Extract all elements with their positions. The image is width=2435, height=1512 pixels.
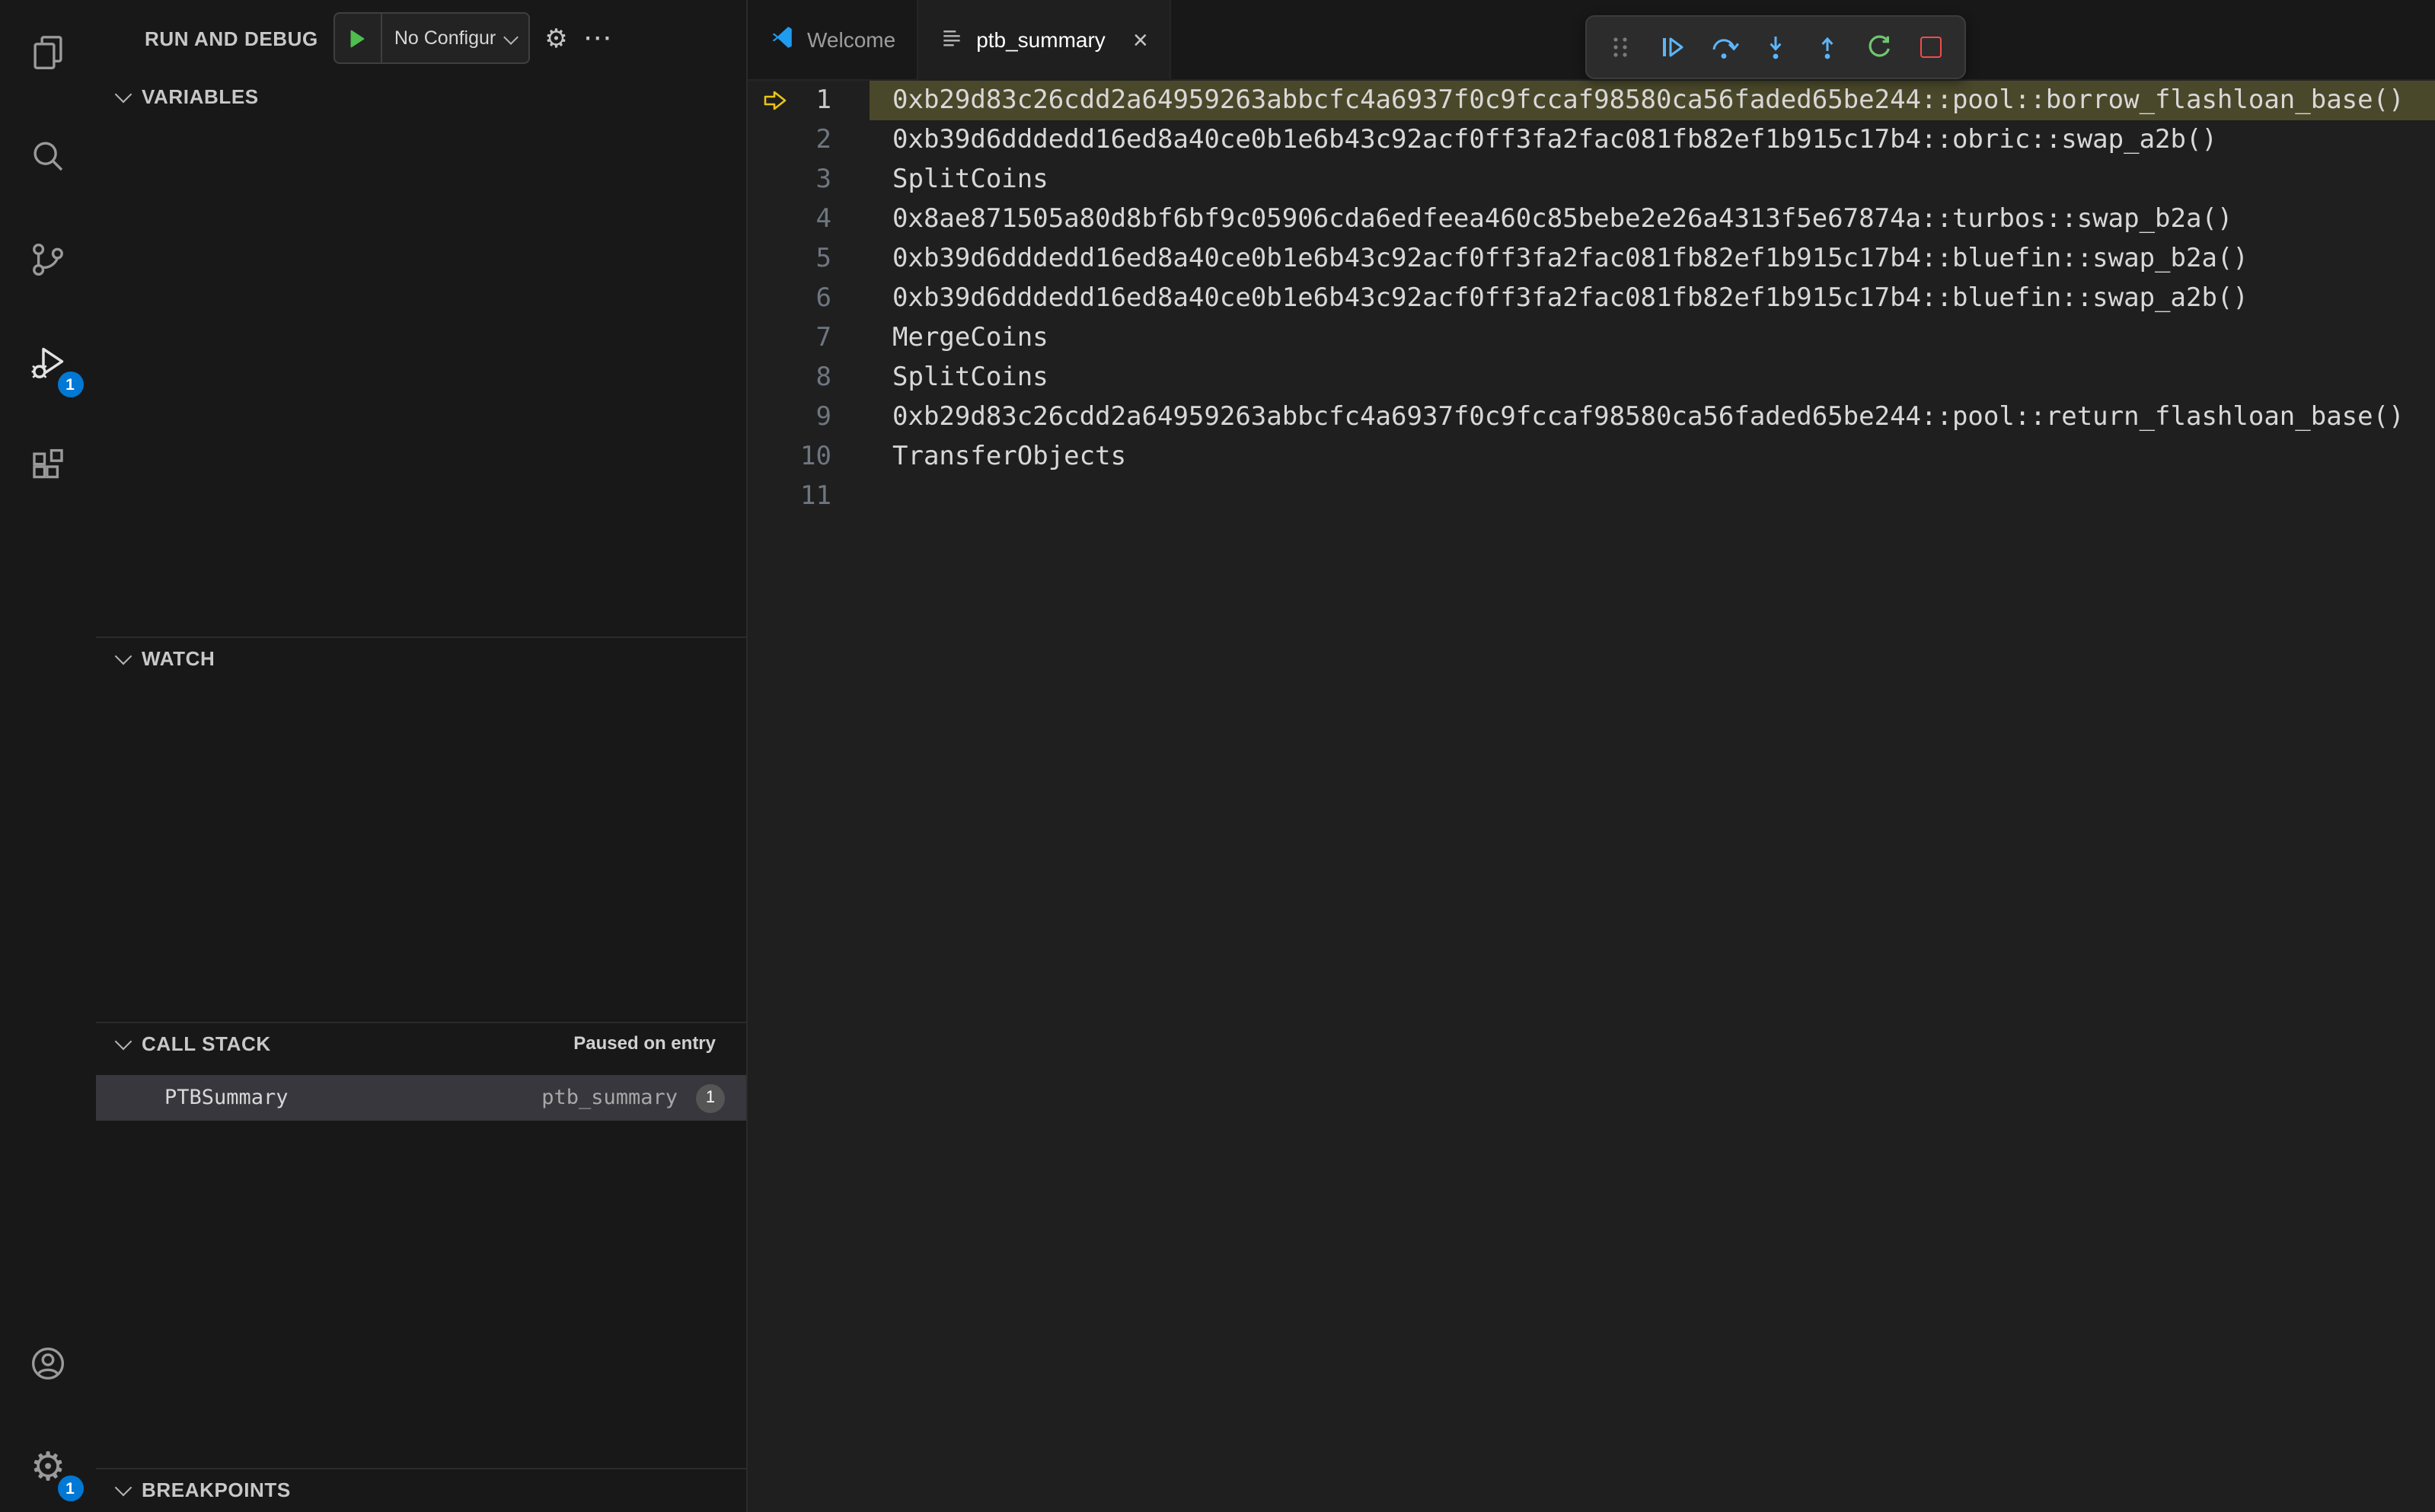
chevron-down-icon	[114, 1478, 132, 1496]
chevron-down-icon	[503, 29, 519, 44]
source-control-icon[interactable]	[11, 222, 85, 295]
editor-area: Welcome ptb_summary × 1 0xb29d83c26cdd2a…	[746, 0, 2435, 1512]
code-text[interactable]: SplitCoins	[892, 164, 1048, 195]
chevron-down-icon	[114, 646, 132, 665]
tab-label: Welcome	[807, 27, 896, 52]
tab-ptb-summary[interactable]: ptb_summary ×	[918, 0, 1171, 79]
stop-button[interactable]	[1905, 23, 1957, 72]
settings-gear-icon[interactable]: ⚙ 1	[11, 1430, 85, 1503]
variables-header[interactable]: VARIABLES	[96, 76, 746, 116]
breakpoints-title: BREAKPOINTS	[142, 1478, 291, 1501]
code-text[interactable]: 0xb29d83c26cdd2a64959263abbcfc4a6937f0c9…	[892, 85, 2405, 116]
continue-button[interactable]	[1646, 23, 1698, 72]
line-number[interactable]: 4	[748, 204, 832, 234]
step-out-button[interactable]	[1802, 23, 1853, 72]
watch-section: WATCH	[96, 636, 746, 1022]
code-line[interactable]: 5 0xb39d6dddedd16ed8a40ce0b1e6b43c92acf0…	[748, 239, 2435, 279]
run-and-debug-icon[interactable]: 1	[11, 326, 85, 399]
line-number[interactable]: 8	[748, 362, 832, 393]
tab-label: ptb_summary	[976, 27, 1106, 52]
watch-header[interactable]: WATCH	[96, 638, 746, 678]
step-into-button[interactable]	[1750, 23, 1802, 72]
code-text[interactable]: 0xb39d6dddedd16ed8a40ce0b1e6b43c92acf0ff…	[892, 244, 2248, 274]
vscode-logo-icon	[769, 24, 795, 55]
code-line[interactable]: 8 SplitCoins	[748, 358, 2435, 397]
watch-body	[96, 678, 746, 1022]
code-text[interactable]: SplitCoins	[892, 362, 1048, 393]
stop-square-icon	[1920, 37, 1942, 58]
search-icon[interactable]	[11, 119, 85, 192]
code-line[interactable]: 3 SplitCoins	[748, 160, 2435, 199]
line-number[interactable]: 11	[748, 481, 831, 512]
extensions-icon[interactable]	[11, 429, 85, 502]
call-stack-title: CALL STACK	[142, 1032, 271, 1054]
code-line[interactable]: 4 0x8ae871505a80d8bf6bf9c05906cda6edfeea…	[748, 199, 2435, 239]
debug-badge: 1	[57, 372, 83, 397]
accounts-icon[interactable]	[11, 1326, 85, 1399]
code-line[interactable]: 10 TransferObjects	[748, 437, 2435, 477]
line-number[interactable]: 10	[748, 442, 831, 472]
line-number[interactable]: 3	[748, 164, 832, 195]
code-text[interactable]: MergeCoins	[892, 323, 1048, 353]
activity-bar: 1 ⚙ 1	[0, 0, 96, 1512]
sidebar-header: RUN AND DEBUG No Configur ⚙ ⋯	[96, 0, 746, 76]
line-number[interactable]: 6	[748, 283, 832, 314]
line-number[interactable]: 9	[748, 402, 832, 432]
toolbar-gripper-icon[interactable]	[1594, 23, 1646, 72]
code-editor[interactable]: 1 0xb29d83c26cdd2a64959263abbcfc4a6937f0…	[748, 81, 2435, 1512]
run-and-debug-sidebar: RUN AND DEBUG No Configur ⚙ ⋯ VARIABLES …	[96, 0, 746, 1512]
code-line[interactable]: 7 MergeCoins	[748, 318, 2435, 358]
variables-section: VARIABLES	[96, 76, 746, 636]
tab-welcome[interactable]: Welcome	[748, 0, 919, 79]
line-number[interactable]: 2	[748, 125, 832, 155]
breakpoints-section: BREAKPOINTS	[96, 1468, 746, 1512]
code-text[interactable]: TransferObjects	[892, 442, 1126, 472]
activity-bar-top: 1	[11, 15, 85, 502]
code-line[interactable]: 6 0xb39d6dddedd16ed8a40ce0b1e6b43c92acf0…	[748, 279, 2435, 318]
line-number[interactable]: 5	[748, 244, 832, 274]
panel-title: RUN AND DEBUG	[145, 27, 318, 49]
start-debugging-icon[interactable]	[335, 14, 382, 62]
watch-title: WATCH	[142, 646, 215, 669]
code-text[interactable]: 0xb29d83c26cdd2a64959263abbcfc4a6937f0c9…	[892, 402, 2405, 432]
code-line[interactable]: 1 0xb29d83c26cdd2a64959263abbcfc4a6937f0…	[748, 81, 2435, 120]
variables-title: VARIABLES	[142, 85, 259, 107]
more-actions-icon[interactable]: ⋯	[583, 24, 614, 53]
vscode-window: 1 ⚙ 1 RUN AND DEBUG No Configur ⚙ ⋯ VARI…	[0, 0, 2435, 1512]
activity-bar-bottom: ⚙ 1	[11, 1326, 85, 1503]
code-text[interactable]: 0x8ae871505a80d8bf6bf9c05906cda6edfeea46…	[892, 204, 2232, 234]
call-stack-section: CALL STACK Paused on entry PTBSummary pt…	[96, 1022, 746, 1468]
debug-config-dropdown[interactable]: No Configur	[333, 12, 530, 64]
code-text[interactable]: 0xb39d6dddedd16ed8a40ce0b1e6b43c92acf0ff…	[892, 125, 2217, 155]
settings-badge: 1	[57, 1475, 83, 1501]
line-number[interactable]: 1	[748, 85, 832, 116]
chevron-down-icon	[114, 1032, 132, 1050]
call-stack-body: PTBSummary ptb_summary 1	[96, 1063, 746, 1468]
frame-source: ptb_summary	[541, 1086, 678, 1110]
variables-body	[96, 116, 746, 636]
breakpoints-header[interactable]: BREAKPOINTS	[96, 1469, 746, 1509]
close-tab-icon[interactable]: ×	[1133, 27, 1148, 53]
step-over-button[interactable]	[1698, 23, 1750, 72]
code-line[interactable]: 2 0xb39d6dddedd16ed8a40ce0b1e6b43c92acf0…	[748, 120, 2435, 160]
restart-button[interactable]	[1853, 23, 1905, 72]
debug-gear-icon[interactable]: ⚙	[544, 25, 568, 51]
frame-badge: 1	[696, 1083, 725, 1112]
paused-status: Paused on entry	[573, 1032, 716, 1054]
explorer-icon[interactable]	[11, 15, 85, 88]
chevron-down-icon	[114, 85, 132, 103]
code-text[interactable]: 0xb39d6dddedd16ed8a40ce0b1e6b43c92acf0ff…	[892, 283, 2248, 314]
code-line[interactable]: 9 0xb29d83c26cdd2a64959263abbcfc4a6937f0…	[748, 397, 2435, 437]
config-label: No Configur	[394, 27, 496, 49]
line-number[interactable]: 7	[748, 323, 832, 353]
call-stack-frame[interactable]: PTBSummary ptb_summary 1	[96, 1075, 746, 1121]
code-line[interactable]: 11	[748, 477, 2435, 516]
frame-name: PTBSummary	[164, 1086, 289, 1110]
debug-toolbar	[1585, 15, 1966, 79]
call-stack-header[interactable]: CALL STACK Paused on entry	[96, 1023, 746, 1063]
file-list-icon	[940, 25, 964, 54]
